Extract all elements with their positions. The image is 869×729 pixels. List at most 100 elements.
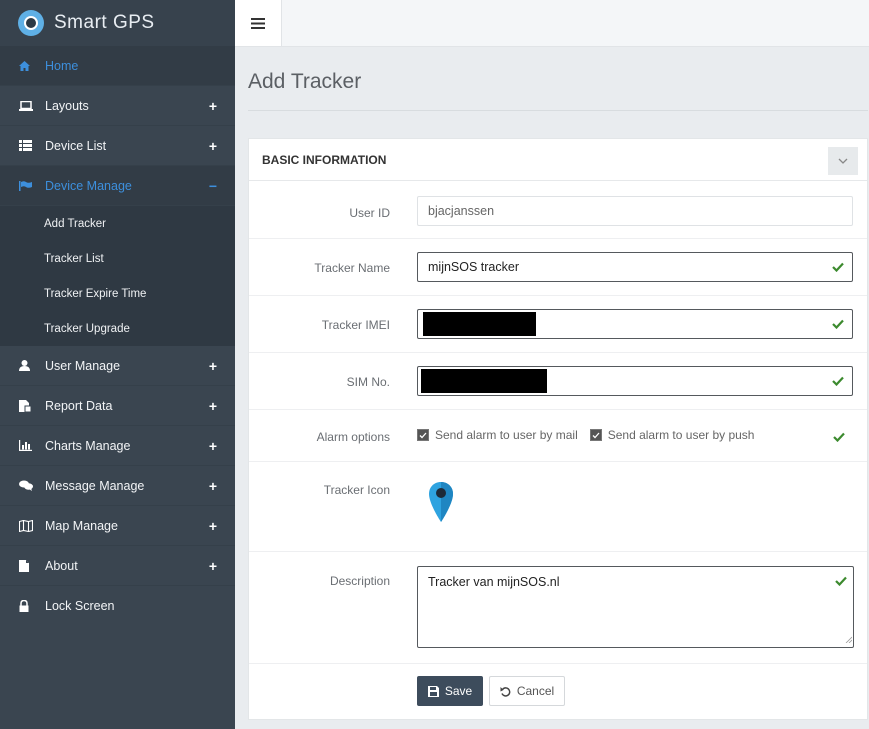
top-bar [235, 0, 869, 47]
flag-icon [19, 180, 39, 191]
panel-title: BASIC INFORMATION [262, 152, 387, 167]
floppy-disk-icon [427, 685, 439, 697]
sidebar-item-label: Device Manage [45, 178, 132, 193]
checkbox-checked-icon [417, 429, 429, 441]
checkmark-icon [835, 575, 847, 589]
menu-toggle-button[interactable] [235, 0, 282, 46]
map-icon [19, 519, 39, 532]
map-marker-icon[interactable] [429, 482, 453, 525]
expand-icon[interactable]: + [209, 398, 217, 414]
sidebar-item-lock-screen[interactable]: Lock Screen [0, 586, 235, 626]
redacted-value [421, 369, 547, 393]
laptop-icon [19, 100, 39, 111]
tracker-icon-row: Tracker Icon [249, 462, 867, 552]
brand[interactable]: Smart GPS [0, 0, 235, 46]
sidebar-item-label: Lock Screen [45, 599, 115, 613]
expand-icon[interactable]: + [209, 558, 217, 574]
sidebar-item-label: Report Data [45, 398, 113, 413]
list-icon [19, 140, 39, 151]
sidebar-item-user-manage[interactable]: User Manage + [0, 346, 235, 386]
title-divider [248, 110, 868, 111]
expand-icon[interactable]: + [209, 358, 217, 374]
checkmark-icon [833, 431, 845, 445]
user-id-label: User ID [349, 206, 390, 220]
sidebar-item-layouts[interactable]: Layouts + [0, 86, 235, 126]
sidebar: Smart GPS Home Layouts + Device List + D… [0, 0, 235, 729]
save-label: Save [444, 684, 473, 698]
bar-chart-icon [19, 440, 39, 451]
user-id-value: bjacjanssen [428, 204, 495, 218]
sim-no-field[interactable] [417, 366, 853, 396]
alarm-options-group: Send alarm to user by mail Send alarm to… [417, 428, 766, 442]
submenu-item-tracker-upgrade[interactable]: Tracker Upgrade [0, 311, 235, 346]
sidebar-item-label: Layouts [45, 98, 89, 113]
panel-collapse-button[interactable] [828, 147, 858, 175]
checkmark-icon [832, 262, 844, 272]
description-value: Tracker van mijnSOS.nl [428, 575, 560, 589]
sidebar-item-label: About [45, 558, 78, 573]
user-id-field[interactable]: bjacjanssen [417, 196, 853, 226]
sidebar-item-map-manage[interactable]: Map Manage + [0, 506, 235, 546]
cancel-label: Cancel [516, 684, 555, 698]
user-id-row: User ID bjacjanssen [249, 181, 867, 239]
alarm-mail-checkbox[interactable]: Send alarm to user by mail [417, 428, 578, 442]
tracker-icon-label: Tracker Icon [323, 483, 390, 497]
sidebar-item-label: User Manage [45, 358, 121, 373]
tracker-name-value: mijnSOS tracker [428, 260, 519, 274]
expand-icon[interactable]: + [209, 478, 217, 494]
description-row: Description Tracker van mijnSOS.nl [249, 552, 867, 664]
collapse-icon[interactable]: − [209, 178, 217, 194]
checkmark-icon [832, 376, 844, 386]
checkmark-icon [832, 319, 844, 329]
brand-name: Smart GPS [54, 12, 155, 33]
sidebar-item-label: Device List [45, 138, 107, 153]
tracker-name-field[interactable]: mijnSOS tracker [417, 252, 853, 282]
logo-icon [18, 10, 44, 36]
submenu-item-add-tracker[interactable]: Add Tracker [0, 206, 235, 241]
resize-handle-icon[interactable] [845, 632, 853, 646]
sim-no-label: SIM No. [346, 375, 390, 389]
basic-information-panel: BASIC INFORMATION User ID bjacjanssen Tr… [248, 138, 868, 720]
checkbox-checked-icon [589, 429, 602, 441]
user-icon [19, 360, 39, 371]
undo-icon [500, 686, 511, 697]
report-icon [19, 399, 39, 412]
description-textarea[interactable]: Tracker van mijnSOS.nl [417, 566, 854, 648]
sidebar-item-device-manage[interactable]: Device Manage − [0, 166, 235, 206]
sidebar-item-about[interactable]: About + [0, 546, 235, 586]
chat-icon [19, 480, 39, 491]
tracker-imei-row: Tracker IMEI [249, 296, 867, 353]
expand-icon[interactable]: + [209, 438, 217, 454]
file-icon [19, 559, 39, 572]
expand-icon[interactable]: + [209, 98, 217, 114]
chevron-down-icon [838, 158, 848, 164]
save-button[interactable]: Save [417, 676, 483, 706]
expand-icon[interactable]: + [209, 518, 217, 534]
home-icon [19, 60, 39, 71]
tracker-name-row: Tracker Name mijnSOS tracker [249, 239, 867, 296]
sidebar-item-message-manage[interactable]: Message Manage + [0, 466, 235, 506]
form-actions: Save Cancel [249, 664, 867, 720]
sidebar-menu: Home Layouts + Device List + Device Mana… [0, 46, 235, 626]
alarm-push-label: Send alarm to user by push [607, 428, 755, 442]
description-label: Description [329, 574, 390, 588]
sidebar-item-label: Charts Manage [45, 438, 131, 453]
submenu-item-tracker-list[interactable]: Tracker List [0, 241, 235, 276]
sidebar-item-label: Message Manage [45, 478, 145, 493]
expand-icon[interactable]: + [209, 138, 217, 154]
sidebar-item-home[interactable]: Home [0, 46, 235, 86]
sidebar-item-report-data[interactable]: Report Data + [0, 386, 235, 426]
cancel-button[interactable]: Cancel [489, 676, 565, 706]
sidebar-item-device-list[interactable]: Device List + [0, 126, 235, 166]
tracker-imei-field[interactable] [417, 309, 853, 339]
alarm-push-checkbox[interactable]: Send alarm to user by push [589, 428, 755, 442]
device-manage-submenu: Add Tracker Tracker List Tracker Expire … [0, 206, 235, 346]
panel-header: BASIC INFORMATION [249, 139, 867, 181]
lock-icon [19, 600, 39, 612]
redacted-value [423, 312, 536, 336]
sidebar-item-label: Home [45, 58, 79, 73]
sidebar-item-charts-manage[interactable]: Charts Manage + [0, 426, 235, 466]
sidebar-item-label: Map Manage [45, 518, 118, 533]
tracker-name-label: Tracker Name [314, 261, 390, 275]
submenu-item-tracker-expire-time[interactable]: Tracker Expire Time [0, 276, 235, 311]
